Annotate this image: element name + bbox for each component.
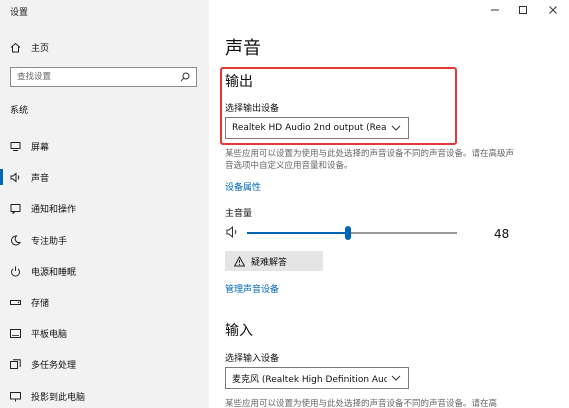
sidebar-item-multitasking[interactable]: 多任务处理: [0, 353, 209, 375]
sidebar-item-power[interactable]: 电源和睡眠: [0, 260, 209, 282]
sidebar-item-display[interactable]: 屏幕: [0, 135, 209, 157]
sidebar-item-label: 通知和操作: [31, 204, 77, 215]
sidebar-item-label: 专注助手: [31, 236, 68, 247]
chevron-down-icon: [391, 375, 401, 381]
sidebar-item-label: 投影到此电脑: [31, 392, 86, 403]
input-device-value: 麦克风 (Realtek High Definition Audi...: [232, 374, 387, 385]
input-heading: 输入: [225, 323, 253, 339]
moon-icon: [10, 234, 21, 246]
troubleshoot-button[interactable]: 疑难解答: [225, 251, 323, 271]
sidebar-item-label: 多任务处理: [31, 360, 77, 371]
volume-slider-thumb[interactable]: [345, 226, 351, 240]
search-box[interactable]: [10, 67, 197, 87]
multitask-icon: [10, 358, 21, 370]
sidebar-item-home[interactable]: 主页: [0, 36, 209, 58]
sidebar-item-project[interactable]: 投影到此电脑: [0, 385, 209, 407]
main-content: 声音 输出 选择输出设备 Realtek HD Audio 2nd output…: [209, 0, 569, 408]
power-icon: [10, 266, 21, 277]
sidebar-item-label: 主页: [31, 43, 50, 54]
notification-icon: [10, 203, 21, 214]
input-device-dropdown[interactable]: 麦克风 (Realtek High Definition Audi...: [225, 367, 409, 389]
sidebar-item-notifications[interactable]: 通知和操作: [0, 197, 209, 219]
troubleshoot-label: 疑难解答: [251, 257, 288, 268]
sidebar-item-storage[interactable]: 存储: [0, 291, 209, 313]
volume-label: 主音量: [225, 209, 253, 219]
input-description: 某些应用可以设置为使用与此处选择的声音设备不同的声音设备。请在高: [225, 399, 498, 408]
output-description: 某些应用可以设置为使用与此处选择的声音设备不同的声音设备。请在高级声音选项中自定…: [225, 149, 515, 171]
search-icon[interactable]: [180, 72, 190, 82]
close-button[interactable]: [543, 2, 563, 18]
sidebar: 设置 主页 系统 屏幕 声音 通知和操作 专注助手: [0, 0, 209, 408]
sidebar-item-sound[interactable]: 声音: [0, 166, 209, 188]
tablet-icon: [10, 328, 21, 339]
volume-slider[interactable]: [247, 226, 457, 240]
sidebar-item-tablet[interactable]: 平板电脑: [0, 322, 209, 344]
volume-slider-fill: [247, 232, 348, 234]
storage-icon: [10, 297, 21, 308]
home-icon: [10, 42, 21, 53]
monitor-icon: [10, 141, 21, 152]
search-input[interactable]: [11, 68, 176, 86]
minimize-button[interactable]: [485, 2, 505, 18]
sidebar-item-label: 电源和睡眠: [31, 267, 77, 278]
warning-icon: [234, 255, 245, 266]
sidebar-item-label: 存储: [31, 298, 50, 309]
sidebar-item-label: 声音: [31, 173, 50, 184]
manage-sound-devices-link[interactable]: 管理声音设备: [225, 282, 279, 295]
maximize-button[interactable]: [513, 2, 533, 18]
project-icon: [10, 391, 21, 402]
app-title: 设置: [10, 8, 29, 18]
sidebar-item-focus-assist[interactable]: 专注助手: [0, 229, 209, 251]
device-properties-link[interactable]: 设备属性: [225, 180, 261, 193]
page-title: 声音: [225, 38, 261, 59]
volume-speaker-icon[interactable]: [226, 226, 240, 238]
volume-value: 48: [494, 227, 510, 241]
input-device-label: 选择输入设备: [225, 354, 280, 364]
section-label: 系统: [10, 106, 29, 116]
highlight-annotation: [220, 67, 457, 145]
sidebar-item-label: 平板电脑: [31, 329, 68, 340]
speaker-icon: [10, 171, 21, 183]
sidebar-item-label: 屏幕: [31, 142, 50, 153]
